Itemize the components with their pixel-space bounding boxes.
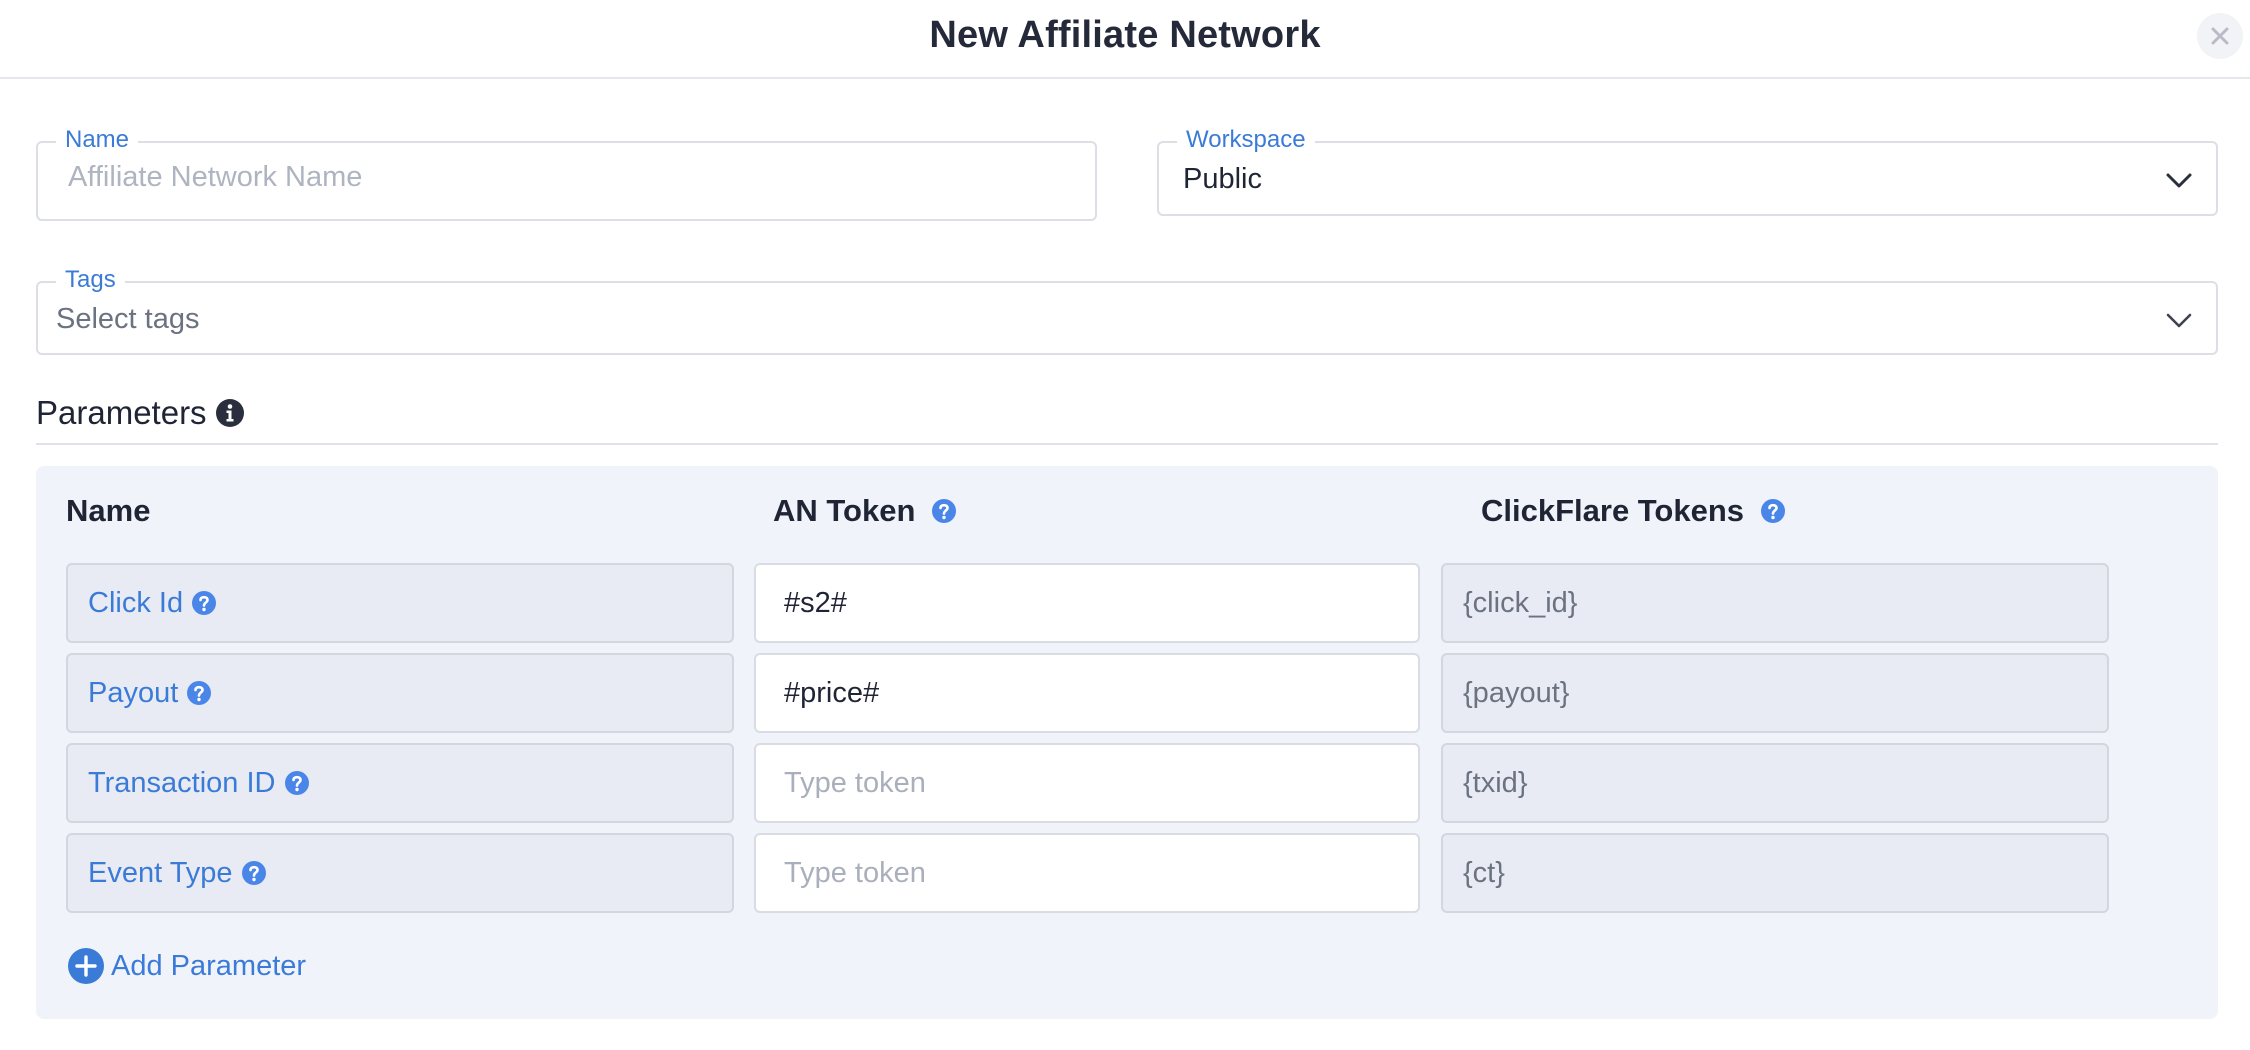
param-name-payout: Payout [66, 653, 734, 733]
clickflare-token-value: {ct} [1463, 856, 1505, 889]
tags-select[interactable]: Tags Select tags [36, 266, 2218, 355]
an-token-input[interactable] [784, 767, 1402, 800]
name-field-label: Name [56, 126, 139, 154]
help-icon[interactable] [1760, 498, 1786, 524]
info-icon[interactable] [215, 398, 245, 428]
add-parameter-label: Add Parameter [111, 949, 307, 982]
column-header-an-token-label: AN Token [773, 493, 916, 528]
help-icon[interactable] [191, 590, 217, 616]
column-header-clickflare-tokens: ClickFlare Tokens [1481, 493, 1786, 529]
clickflare-token-payout: {payout} [1441, 653, 2109, 733]
an-token-field-payout[interactable] [754, 653, 1420, 733]
close-button[interactable] [2197, 13, 2243, 59]
an-token-input[interactable] [784, 677, 1402, 710]
name-input[interactable] [68, 161, 1075, 194]
param-name-event-type: Event Type [66, 833, 734, 913]
column-header-name-label: Name [66, 493, 151, 528]
plus-circle-icon [68, 948, 104, 984]
name-field[interactable]: Name [36, 126, 1097, 221]
column-header-clickflare-tokens-label: ClickFlare Tokens [1481, 493, 1745, 528]
param-name-label: Payout [88, 676, 179, 709]
an-token-field-transaction-id[interactable] [754, 743, 1420, 823]
section-divider [36, 443, 2218, 445]
help-icon[interactable] [186, 680, 212, 706]
close-icon [2211, 27, 2229, 45]
clickflare-token-value: {txid} [1463, 766, 1528, 799]
tags-select-label: Tags [56, 266, 125, 294]
modal-header: New Affiliate Network [0, 0, 2250, 79]
param-name-label: Transaction ID [88, 766, 276, 799]
an-token-field-event-type[interactable] [754, 833, 1420, 913]
parameters-heading: Parameters [36, 394, 245, 432]
clickflare-token-transaction-id: {txid} [1441, 743, 2109, 823]
add-parameter-button[interactable]: Add Parameter [67, 947, 306, 985]
clickflare-token-click-id: {click_id} [1441, 563, 2109, 643]
chevron-down-icon [2166, 173, 2192, 188]
column-header-name: Name [66, 493, 150, 529]
modal-title: New Affiliate Network [929, 14, 1321, 56]
help-icon[interactable] [284, 770, 310, 796]
workspace-select-label: Workspace [1177, 126, 1315, 154]
clickflare-token-value: {click_id} [1463, 586, 1578, 619]
param-name-label: Click Id [88, 586, 184, 619]
tags-select-placeholder: Select tags [56, 303, 200, 335]
clickflare-token-event-type: {ct} [1441, 833, 2109, 913]
an-token-input[interactable] [784, 857, 1402, 890]
clickflare-token-value: {payout} [1463, 676, 1570, 709]
param-name-transaction-id: Transaction ID [66, 743, 734, 823]
help-icon[interactable] [931, 498, 957, 524]
column-header-an-token: AN Token [773, 493, 957, 529]
parameters-title: Parameters [36, 394, 207, 431]
workspace-select[interactable]: Workspace Public [1157, 126, 2218, 216]
an-token-input[interactable] [784, 587, 1402, 620]
help-icon[interactable] [241, 860, 267, 886]
param-name-click-id: Click Id [66, 563, 734, 643]
an-token-field-click-id[interactable] [754, 563, 1420, 643]
chevron-down-icon [2166, 313, 2192, 328]
workspace-select-value: Public [1183, 163, 1262, 195]
param-name-label: Event Type [88, 856, 233, 889]
